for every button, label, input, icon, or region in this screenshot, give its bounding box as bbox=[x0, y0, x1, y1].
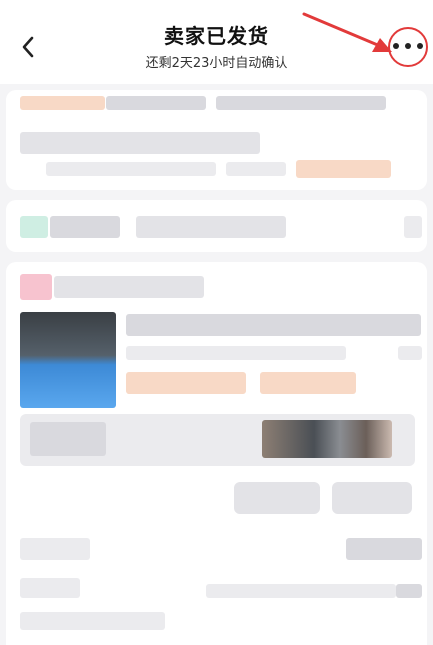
blurred-text bbox=[20, 96, 105, 110]
product-image[interactable] bbox=[20, 312, 116, 408]
blurred-text bbox=[30, 422, 106, 456]
blurred-button[interactable] bbox=[234, 482, 320, 514]
blurred-text bbox=[226, 162, 286, 176]
blurred-text bbox=[20, 612, 165, 630]
blurred-text bbox=[398, 346, 422, 360]
blurred-text bbox=[216, 96, 386, 110]
blurred-button[interactable] bbox=[332, 482, 412, 514]
blurred-text bbox=[54, 276, 204, 298]
blurred-text bbox=[20, 578, 80, 598]
blurred-text bbox=[126, 314, 421, 336]
blurred-text bbox=[396, 584, 422, 598]
blurred-text bbox=[126, 346, 346, 360]
annotation-arrow bbox=[302, 12, 392, 52]
blurred-text bbox=[20, 538, 90, 560]
address-card[interactable] bbox=[6, 90, 427, 190]
blurred-icon bbox=[20, 274, 52, 300]
blurred-text bbox=[346, 538, 422, 560]
blurred-text bbox=[136, 216, 286, 238]
blurred-text bbox=[50, 216, 120, 238]
order-card bbox=[6, 262, 427, 645]
blurred-tag bbox=[126, 372, 246, 394]
blurred-avatars bbox=[262, 420, 392, 458]
blurred-tag bbox=[296, 160, 391, 178]
logistics-card[interactable] bbox=[6, 200, 427, 252]
blurred-text bbox=[20, 132, 260, 154]
blurred-text bbox=[106, 96, 206, 110]
blurred-text bbox=[206, 584, 396, 598]
blurred-text bbox=[404, 216, 422, 238]
blurred-icon bbox=[20, 216, 48, 238]
blurred-text bbox=[46, 162, 216, 176]
top-bar: 卖家已发货 还剩2天23小时自动确认 bbox=[0, 0, 433, 84]
blurred-tag bbox=[260, 372, 356, 394]
